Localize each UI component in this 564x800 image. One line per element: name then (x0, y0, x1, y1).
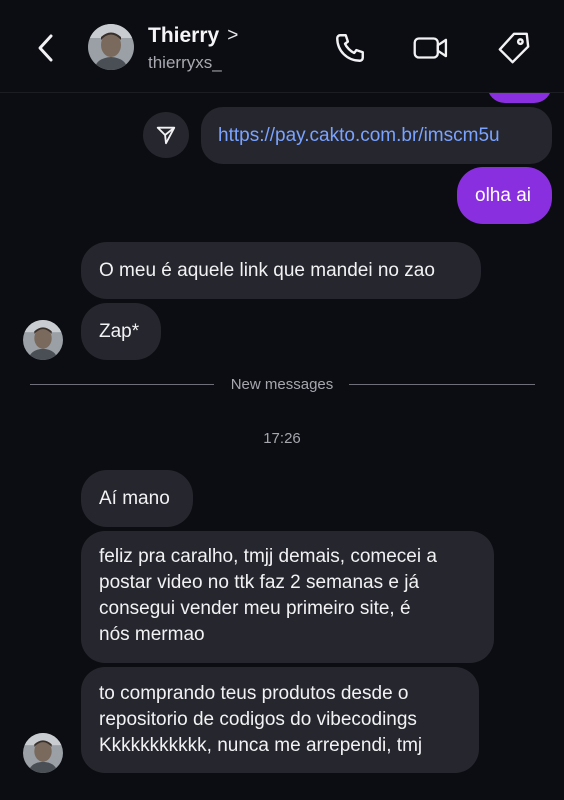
message-text-line: feliz pra caralho, tmjj demais, comecei … (99, 546, 437, 567)
share-button[interactable] (143, 112, 189, 158)
message-bubble-received[interactable]: Aí mano (81, 470, 193, 527)
message-bubble-received[interactable]: to comprando teus produtos desde o repos… (81, 667, 479, 773)
header-avatar[interactable] (88, 24, 134, 70)
message-text-line: nós mermao (99, 624, 205, 645)
message-text: Zap* (99, 321, 140, 342)
video-camera-icon (413, 37, 448, 59)
message-bubble-sent[interactable]: olha ai (457, 167, 552, 224)
message-text-line: to comprando teus produtos desde o (99, 683, 409, 704)
avatar-image (23, 733, 63, 773)
chat-thread[interactable]: https://pay.cakto.com.br/imscm5u olha ai… (0, 0, 564, 800)
new-messages-divider-left (30, 384, 214, 385)
contact-avatar[interactable] (23, 733, 63, 773)
send-icon (156, 126, 176, 145)
message-bubble-link[interactable]: https://pay.cakto.com.br/imscm5u (201, 107, 552, 164)
message-text-line: postar video no ttk faz 2 semanas e já (99, 572, 420, 593)
tag-icon (498, 32, 530, 64)
message-bubble-received[interactable]: O meu é aquele link que mandei no zao (81, 242, 481, 299)
message-text: O meu é aquele link que mandei no zao (99, 260, 435, 281)
avatar-image (23, 320, 63, 360)
message-bubble-received[interactable]: Zap* (81, 303, 161, 360)
message-bubble-received[interactable]: feliz pra caralho, tmjj demais, comecei … (81, 531, 494, 663)
audio-call-button[interactable] (330, 28, 370, 68)
contact-avatar[interactable] (23, 320, 63, 360)
message-text-line: Kkkkkkkkkkk, nunca me arrependi, tmj (99, 735, 423, 756)
contact-name[interactable]: Thierry > (148, 24, 238, 48)
message-text: olha ai (475, 185, 531, 206)
chevron-left-icon (38, 34, 53, 62)
chat-header: Thierry > thierryxs_ (0, 0, 564, 93)
link-text[interactable]: https://pay.cakto.com.br/imscm5u (218, 125, 500, 146)
video-call-button[interactable] (411, 28, 451, 68)
tag-button[interactable] (494, 28, 534, 68)
new-messages-divider-right (349, 384, 535, 385)
chevron-right-icon: > (227, 25, 239, 46)
message-text: Aí mano (99, 488, 170, 509)
contact-username: thierryxs_ (148, 53, 222, 72)
avatar-image (88, 24, 134, 70)
message-timestamp: 17:26 (263, 430, 301, 447)
back-button[interactable] (28, 28, 64, 68)
phone-icon (336, 34, 364, 62)
contact-name-text: Thierry (148, 24, 220, 47)
message-text-line: repositorio de codigos do vibecodings (99, 709, 417, 730)
new-messages-label: New messages (230, 376, 334, 393)
message-text-line: consegui vender meu primeiro site, é (99, 598, 411, 619)
